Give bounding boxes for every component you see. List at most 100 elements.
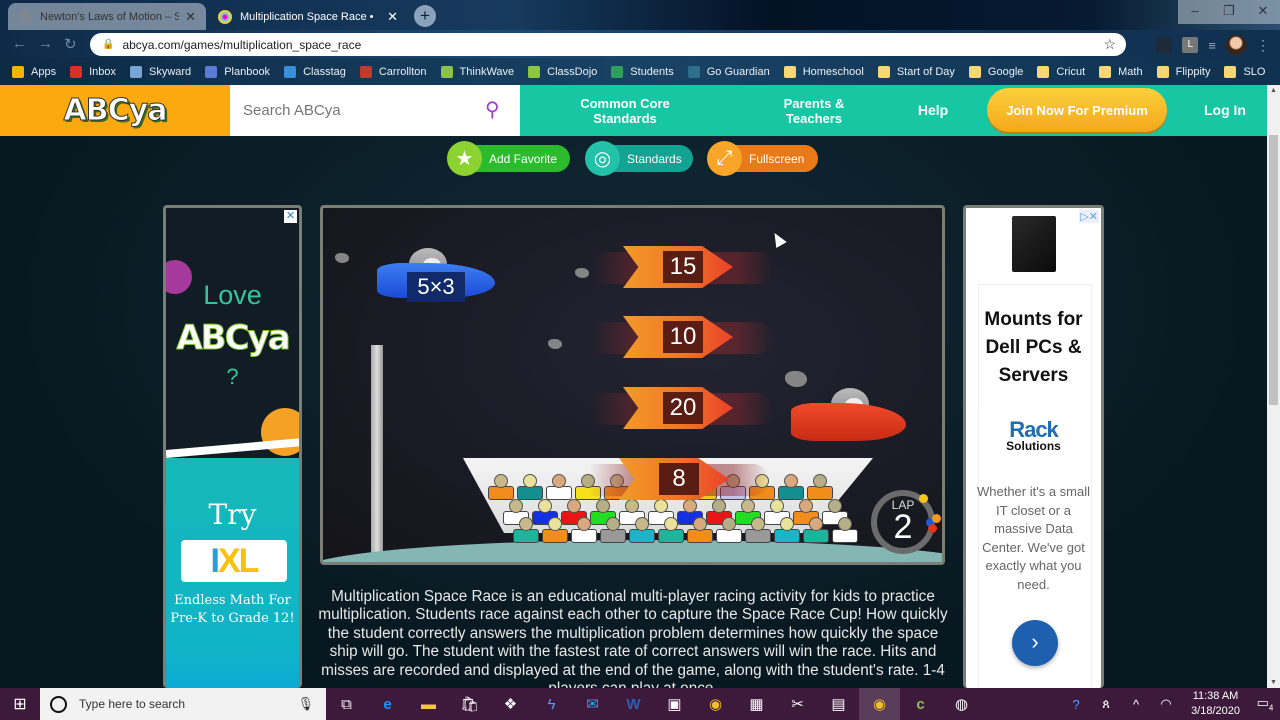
new-tab-button[interactable]: + xyxy=(414,5,436,27)
bookmark-students[interactable]: Students xyxy=(611,65,674,78)
spectator-head xyxy=(693,517,707,531)
obs-icon[interactable]: ◍ xyxy=(941,688,982,720)
bookmark-google[interactable]: Google xyxy=(968,65,1023,78)
reload-icon[interactable]: ↻ xyxy=(64,35,77,53)
standards-button[interactable]: ◎ Standards xyxy=(585,141,693,176)
address-bar[interactable]: 🔒 abcya.com/games/multiplication_space_r… xyxy=(90,33,1126,56)
page-scrollbar[interactable]: ▲ ▼ xyxy=(1267,85,1280,688)
bookmark-cricut[interactable]: Cricut xyxy=(1037,65,1085,78)
microphone-icon[interactable]: 🎙 xyxy=(297,696,314,712)
profile-l-extension-icon[interactable]: L xyxy=(1182,37,1199,53)
people-icon[interactable]: ጰ xyxy=(1091,696,1121,712)
bookmark-inbox[interactable]: Inbox xyxy=(70,65,116,78)
game-canvas[interactable]: 5×3 15 10 20 8 LAP 2 xyxy=(320,205,945,565)
store-icon[interactable]: 🛍 xyxy=(449,688,490,720)
tab-newtons-laws[interactable]: Newton's Laws of Motion – Story ✕ xyxy=(8,3,206,30)
game-description: Multiplication Space Race is an educatio… xyxy=(318,588,948,688)
bookmark-label: ClassDojo xyxy=(547,65,598,78)
goguardian-icon xyxy=(687,65,700,78)
ad-love-text: Love xyxy=(203,280,262,310)
answer-option[interactable]: 10 xyxy=(593,316,773,358)
bookmark-carrollton[interactable]: Carrollton xyxy=(359,65,427,78)
logo-area[interactable]: ABCya xyxy=(0,85,230,136)
fullscreen-button[interactable]: ⤢ Fullscreen xyxy=(707,141,818,176)
calculator-icon[interactable]: ▦ xyxy=(736,688,777,720)
minimize-button[interactable]: – xyxy=(1178,0,1212,24)
bookmark-start-of-day[interactable]: Start of Day xyxy=(877,65,955,78)
chevron-right-icon[interactable]: › xyxy=(1012,620,1058,666)
bookmark-math[interactable]: Math xyxy=(1099,65,1143,78)
answer-option[interactable]: 8 xyxy=(589,458,769,500)
search-icon[interactable]: ⚲ xyxy=(485,97,500,122)
bookmark-classdojo[interactable]: ClassDojo xyxy=(528,65,598,78)
spectator-head xyxy=(780,517,794,531)
bookmark-homeschool[interactable]: Homeschool xyxy=(783,65,864,78)
scrollbar-thumb[interactable] xyxy=(1269,135,1278,405)
restore-button[interactable]: ❐ xyxy=(1212,0,1246,24)
chrome-icon[interactable]: ◉ xyxy=(695,688,736,720)
wifi-icon[interactable]: ◠ xyxy=(1151,696,1181,712)
bookmark-label: Apps xyxy=(31,65,57,78)
qr-extension-icon[interactable] xyxy=(1156,37,1173,53)
bookmark-star-icon[interactable]: ☆ xyxy=(1103,36,1116,53)
scroll-up-icon[interactable]: ▲ xyxy=(1267,87,1280,94)
bookmark-label: SLO xyxy=(1243,65,1266,78)
bookmark-flippity[interactable]: Flippity xyxy=(1156,65,1210,78)
windows-start-icon[interactable]: ⊞ xyxy=(0,688,40,720)
file-explorer-icon[interactable]: ▬ xyxy=(408,688,449,720)
right-advertisement[interactable]: ▷✕ Mounts for Dell PCs & Servers Rack So… xyxy=(963,205,1104,688)
forward-arrow-icon[interactable]: → xyxy=(38,35,53,52)
nav-parents-teachers[interactable]: Parents & Teachers xyxy=(764,85,864,136)
scroll-down-icon[interactable]: ▼ xyxy=(1267,679,1280,686)
back-arrow-icon[interactable]: ← xyxy=(12,35,27,52)
answer-option[interactable]: 20 xyxy=(593,387,773,429)
folder-icon xyxy=(1224,65,1237,78)
left-advertisement[interactable]: Love ABCya ? Try IIXLXL Endless Math For… xyxy=(163,205,302,688)
dropbox-icon[interactable]: ❖ xyxy=(490,688,531,720)
nav-help[interactable]: Help xyxy=(905,85,961,136)
power-automate-icon[interactable]: ϟ xyxy=(531,688,572,720)
close-ad-icon[interactable]: ✕ xyxy=(284,210,297,223)
answer-option[interactable]: 15 xyxy=(593,246,773,288)
menu-kebab-icon[interactable]: ⋮ xyxy=(1256,37,1270,54)
camtasia-icon[interactable]: c xyxy=(900,688,941,720)
task-view-icon[interactable]: ⧉ xyxy=(326,688,367,720)
app-icon-2[interactable]: ▤ xyxy=(818,688,859,720)
clock[interactable]: 11:38 AM 3/18/2020 xyxy=(1191,689,1240,719)
snipping-tool-icon[interactable]: ✂ xyxy=(777,688,818,720)
tab-multiplication-space-race[interactable]: Multiplication Space Race • ✕ xyxy=(208,3,408,30)
bookmark-classtag[interactable]: Classtag xyxy=(284,65,346,78)
word-icon[interactable]: W xyxy=(613,688,654,720)
spectator-seat xyxy=(774,529,800,543)
bookmark-skyward[interactable]: Skyward xyxy=(130,65,192,78)
abcya-logo[interactable]: ABCya xyxy=(63,93,168,129)
close-tab-icon[interactable]: ✕ xyxy=(387,9,398,25)
nav-common-core-standards[interactable]: Common Core Standards xyxy=(560,85,690,136)
bookmark-apps[interactable]: Apps xyxy=(12,65,57,78)
join-premium-button[interactable]: Join Now For Premium xyxy=(987,88,1167,132)
log-in-button[interactable]: Log In xyxy=(1190,85,1260,136)
close-window-button[interactable]: ✕ xyxy=(1246,0,1280,24)
close-tab-icon[interactable]: ✕ xyxy=(185,9,196,25)
edge-icon[interactable]: e xyxy=(367,688,408,720)
bookmark-slo[interactable]: SLO xyxy=(1224,65,1266,78)
spectator-head xyxy=(654,499,668,513)
bookmark-label: Skyward xyxy=(149,65,192,78)
bookmarks-bar: Apps Inbox Skyward Planbook Classtag Carrollt… xyxy=(0,58,1280,85)
add-favorite-button[interactable]: ★ Add Favorite xyxy=(447,141,570,176)
app-icon[interactable]: ▣ xyxy=(654,688,695,720)
notifications-icon[interactable]: ▭4 xyxy=(1250,695,1280,713)
taskbar-search-input[interactable]: Type here to search 🎙 xyxy=(40,688,326,720)
bookmark-thinkwave[interactable]: ThinkWave xyxy=(440,65,515,78)
adchoices-close-icon[interactable]: ▷✕ xyxy=(1079,210,1099,223)
avatar[interactable] xyxy=(1226,35,1246,55)
help-icon[interactable]: ? xyxy=(1061,697,1091,712)
search-input[interactable]: Search ABCya ⚲ xyxy=(230,85,520,136)
bookmark-label: ThinkWave xyxy=(459,65,515,78)
media-icon[interactable]: ≡ xyxy=(1208,38,1216,53)
mail-icon[interactable]: ✉ xyxy=(572,688,613,720)
bookmark-go-guardian[interactable]: Go Guardian xyxy=(687,65,770,78)
chevron-up-icon[interactable]: ^ xyxy=(1121,697,1151,712)
chrome-profile-icon[interactable]: ◉ xyxy=(859,688,900,720)
bookmark-planbook[interactable]: Planbook xyxy=(205,65,270,78)
